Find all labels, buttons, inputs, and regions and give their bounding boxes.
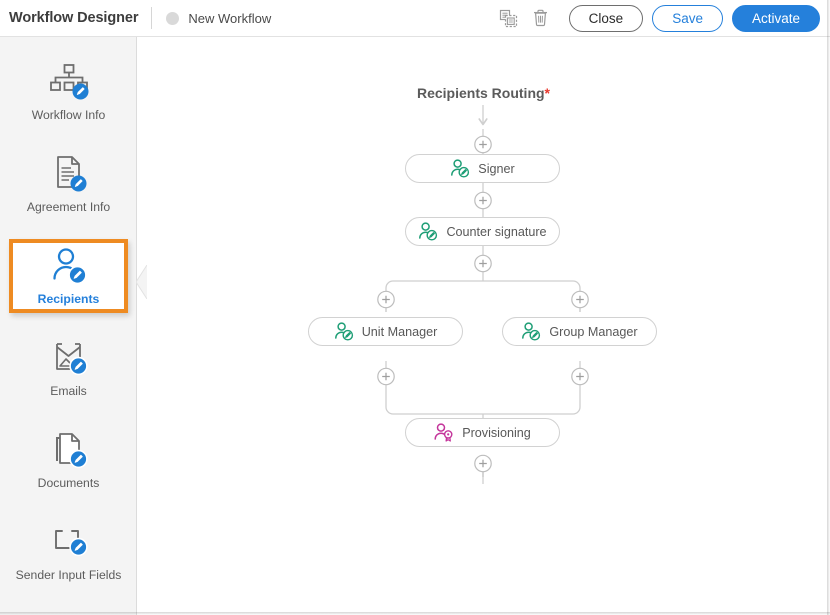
sidebar-item-label: Agreement Info	[27, 200, 110, 214]
flow-node-label: Counter signature	[446, 225, 546, 239]
flow-connectors	[137, 37, 830, 615]
toolbar-actions: Close Save Activate	[496, 5, 820, 32]
trash-icon	[531, 8, 550, 28]
sidebar-collapse-handle[interactable]	[136, 265, 147, 299]
add-step-button[interactable]	[474, 192, 491, 209]
sidebar-item-documents[interactable]: Documents	[9, 423, 128, 497]
add-step-button[interactable]	[377, 291, 394, 308]
input-field-edit-icon	[47, 523, 91, 561]
status-dot-icon	[166, 12, 179, 25]
duplicate-button[interactable]	[496, 5, 522, 31]
sidebar-item-label: Sender Input Fields	[16, 568, 122, 582]
sidebar-item-label: Documents	[38, 476, 100, 490]
workflow-name-label: New Workflow	[188, 11, 271, 26]
signer-icon	[418, 222, 438, 242]
sidebar-icon-wrap	[47, 523, 91, 561]
org-chart-edit-icon	[47, 63, 91, 101]
add-step-button[interactable]	[474, 455, 491, 472]
add-step-button[interactable]	[571, 368, 588, 385]
add-step-button[interactable]	[377, 368, 394, 385]
sidebar: Workflow Info Agreement Info	[0, 37, 137, 615]
add-step-button[interactable]	[474, 136, 491, 153]
close-button[interactable]: Close	[569, 5, 644, 32]
sidebar-icon-wrap	[47, 431, 91, 469]
sidebar-icon-wrap	[47, 63, 91, 101]
activate-button[interactable]: Activate	[732, 5, 820, 32]
user-edit-icon	[47, 247, 91, 285]
sidebar-icon-wrap	[47, 247, 91, 285]
sidebar-item-workflow-info[interactable]: Workflow Info	[9, 55, 128, 129]
sidebar-icon-wrap	[47, 155, 91, 193]
flow-node-signer[interactable]: Signer	[405, 154, 560, 183]
sidebar-item-agreement-info[interactable]: Agreement Info	[9, 147, 128, 221]
save-button[interactable]: Save	[652, 5, 723, 32]
sidebar-item-sender-input-fields[interactable]: Sender Input Fields	[9, 515, 128, 589]
sidebar-item-label: Workflow Info	[32, 108, 106, 122]
sidebar-icon-wrap	[47, 339, 91, 377]
document-edit-icon	[47, 155, 91, 193]
copy-icon	[499, 9, 518, 28]
flow-node-unit-manager[interactable]: Unit Manager	[308, 317, 463, 346]
workflow-status: New Workflow	[166, 11, 271, 26]
signer-icon	[450, 159, 470, 179]
sidebar-item-label: Recipients	[38, 292, 100, 306]
sidebar-item-recipients[interactable]: Recipients	[9, 239, 128, 313]
top-toolbar: Workflow Designer New Workflow	[0, 0, 830, 37]
flow-node-label: Group Manager	[549, 325, 637, 339]
add-step-button[interactable]	[571, 291, 588, 308]
flow-node-provisioning[interactable]: Provisioning	[405, 418, 560, 447]
title-divider	[151, 7, 152, 29]
flow-node-counter-signature[interactable]: Counter signature	[405, 217, 560, 246]
workflow-designer-window: Workflow Designer New Workflow	[0, 0, 830, 615]
sidebar-item-label: Emails	[50, 384, 87, 398]
signer-icon	[521, 322, 541, 342]
delete-button[interactable]	[528, 5, 554, 31]
flow-node-group-manager[interactable]: Group Manager	[502, 317, 657, 346]
sidebar-item-emails[interactable]: Emails	[9, 331, 128, 405]
flow-node-label: Provisioning	[462, 426, 531, 440]
signer-icon	[334, 322, 354, 342]
flow-node-label: Signer	[478, 162, 514, 176]
chevron-left-icon	[136, 265, 147, 299]
add-step-button[interactable]	[474, 255, 491, 272]
documents-edit-icon	[47, 431, 91, 469]
image-mail-edit-icon	[47, 339, 91, 377]
page-title: Workflow Designer	[9, 10, 138, 26]
provisioning-icon	[434, 423, 454, 443]
workflow-canvas: Recipients Routing*	[137, 37, 830, 615]
flow-node-label: Unit Manager	[362, 325, 438, 339]
